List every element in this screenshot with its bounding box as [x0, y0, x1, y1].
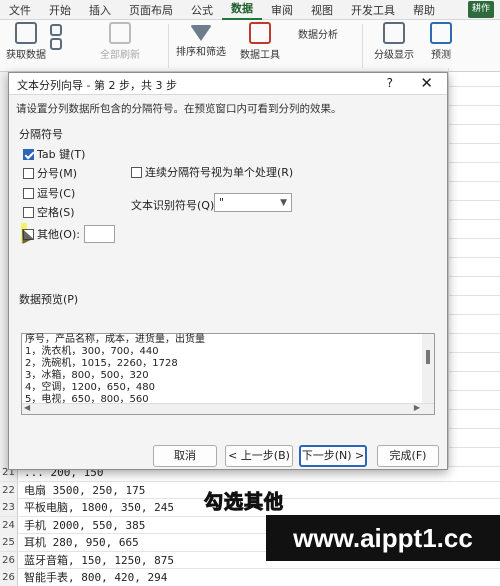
- table-icon: [50, 38, 62, 50]
- ribbon-divider: [362, 24, 363, 68]
- ribbon-panel: 获取数据 全部刷新 排序和筛选 数据工具 数据分析 分级显示 预测: [0, 20, 500, 72]
- tab-formulas[interactable]: 公式: [182, 2, 222, 18]
- text-qualifier-select[interactable]: " ▼: [214, 193, 292, 212]
- forecast-button[interactable]: 预测: [430, 22, 452, 61]
- forecast-icon: [430, 22, 452, 44]
- preview-line: 序号，产品名称，成本，进货量，出货量: [25, 334, 205, 345]
- scroll-right-icon[interactable]: ▶: [414, 403, 420, 412]
- ribbon-divider: [168, 24, 169, 68]
- preview-horizontal-scrollbar[interactable]: ◀ ▶: [22, 403, 434, 414]
- checkbox-icon: [23, 167, 34, 179]
- ribbon-tab-bar: 文件 开始 插入 页面布局 公式 数据 审阅 视图 开发工具 帮助 耕作: [0, 0, 500, 20]
- cancel-button[interactable]: 取消: [153, 445, 217, 467]
- subtitle-caption: 勾选其他: [203, 491, 285, 514]
- dialog-title: 文本分列向导 - 第 2 步，共 3 步: [17, 79, 177, 92]
- data-preview-box[interactable]: 序号，产品名称，成本，进货量，出货量 1，洗衣机，300，700，440 2，洗…: [21, 333, 435, 415]
- delimiters-group-label: 分隔符号: [19, 128, 63, 141]
- checkbox-icon: [23, 206, 34, 218]
- sort-filter-button[interactable]: 排序和筛选: [176, 22, 226, 58]
- data-preview-label: 数据预览(P): [19, 293, 79, 306]
- consecutive-delimiters-checkbox[interactable]: 连续分隔符号视为单个处理(R): [131, 164, 293, 180]
- comma-delimiter-checkbox[interactable]: 逗号(C): [23, 185, 75, 201]
- data-tools-icon: [249, 22, 271, 44]
- get-data-button[interactable]: 获取数据: [6, 22, 46, 61]
- filter-icon: [190, 25, 212, 41]
- extra-badge[interactable]: 耕作: [468, 1, 494, 18]
- checkbox-icon: [23, 187, 34, 199]
- tab-review[interactable]: 审阅: [262, 2, 302, 18]
- tab-insert[interactable]: 插入: [80, 2, 120, 18]
- checkbox-checked-icon: [23, 148, 34, 160]
- semicolon-delimiter-checkbox[interactable]: 分号(M): [23, 165, 77, 181]
- data-tools-button[interactable]: 数据工具: [240, 22, 280, 61]
- tab-file[interactable]: 文件: [0, 2, 40, 18]
- refresh-icon: [109, 22, 131, 44]
- tab-help[interactable]: 帮助: [404, 2, 444, 18]
- outline-button[interactable]: 分级显示: [374, 22, 414, 61]
- preview-line: 1，洗衣机，300，700，440: [25, 346, 159, 357]
- query-icons: [50, 24, 62, 52]
- text-qualifier-label: 文本识别符号(Q):: [131, 199, 218, 212]
- text-to-columns-dialog: 文本分列向导 - 第 2 步，共 3 步 ? ✕ 请设置分列数据所包含的分隔符号…: [8, 72, 448, 470]
- dialog-instruction: 请设置分列数据所包含的分隔符号。在预览窗口内可看到分列的效果。: [16, 103, 342, 115]
- finish-button[interactable]: 完成(F): [377, 445, 439, 467]
- next-button[interactable]: 下一步(N) >: [299, 445, 367, 467]
- document-icon: [50, 24, 62, 36]
- chevron-down-icon: ▼: [280, 198, 287, 208]
- back-button[interactable]: < 上一步(B): [225, 445, 293, 467]
- preview-vertical-scrollbar[interactable]: [422, 334, 434, 404]
- worksheet-grid: [448, 68, 500, 468]
- dialog-titlebar[interactable]: 文本分列向导 - 第 2 步，共 3 步 ? ✕: [9, 73, 447, 95]
- tab-delimiter-checkbox[interactable]: Tab 键(T): [23, 146, 85, 162]
- tab-data[interactable]: 数据: [222, 0, 262, 20]
- refresh-all-button[interactable]: 全部刷新: [100, 22, 140, 61]
- other-delimiter-input[interactable]: [84, 225, 115, 243]
- tab-page-layout[interactable]: 页面布局: [120, 2, 182, 18]
- tab-developer[interactable]: 开发工具: [342, 2, 404, 18]
- preview-line: 4，空调，1200，650，480: [25, 382, 155, 393]
- preview-line: 3，冰箱，800，500，320: [25, 370, 149, 381]
- space-delimiter-checkbox[interactable]: 空格(S): [23, 204, 75, 220]
- outline-icon: [383, 22, 405, 44]
- watermark: www.aippt1.cc: [266, 515, 500, 561]
- close-icon[interactable]: ✕: [420, 74, 433, 92]
- help-icon[interactable]: ?: [387, 76, 393, 90]
- table-row[interactable]: 26 智能手表, 800, 420, 294: [0, 569, 500, 586]
- scroll-left-icon[interactable]: ◀: [24, 403, 30, 412]
- tab-home[interactable]: 开始: [40, 2, 80, 18]
- tab-view[interactable]: 视图: [302, 2, 342, 18]
- checkbox-icon: [131, 166, 142, 178]
- data-analysis-button[interactable]: 数据分析: [298, 26, 338, 41]
- database-icon: [15, 22, 37, 44]
- scroll-thumb[interactable]: [426, 350, 430, 364]
- preview-line: 2，洗碗机，1015，2260，1728: [25, 358, 178, 369]
